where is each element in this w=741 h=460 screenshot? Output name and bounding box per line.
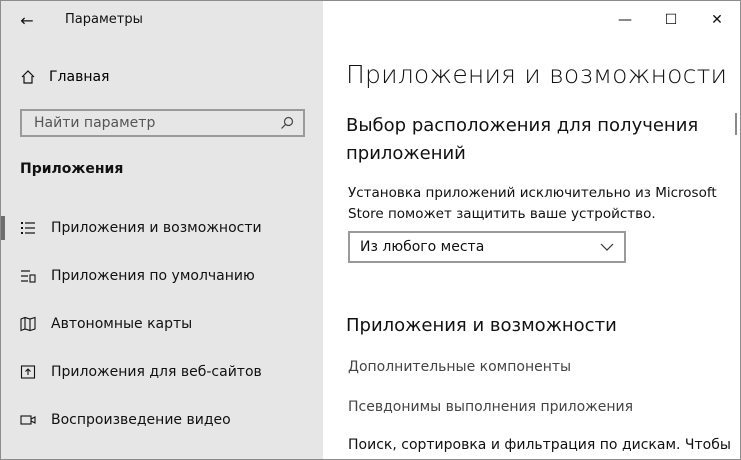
search-icon[interactable] — [279, 115, 295, 131]
back-arrow-icon: ← — [20, 10, 34, 30]
minimize-button[interactable]: — — [602, 1, 648, 39]
app-execution-aliases-link[interactable]: Псевдонимы выполнения приложения — [348, 399, 633, 415]
list-icon — [19, 219, 37, 237]
back-button[interactable]: ← — [15, 8, 39, 32]
default-apps-icon — [19, 267, 37, 285]
nav-home-label: Главная — [49, 69, 110, 85]
video-icon — [19, 411, 37, 429]
sidebar-item-label: Воспроизведение видео — [51, 412, 231, 428]
optional-features-link[interactable]: Дополнительные компоненты — [348, 359, 571, 375]
sidebar-section-title: Приложения — [20, 161, 124, 177]
sidebar-item-label: Приложения для веб-сайтов — [51, 364, 262, 380]
scrollbar-thumb[interactable] — [735, 113, 737, 135]
minimize-icon: — — [618, 12, 632, 28]
sidebar: ← Параметры Главная Приложения — [1, 1, 323, 459]
chevron-down-icon — [600, 240, 614, 254]
close-icon: ✕ — [711, 12, 723, 28]
dropdown-selected-value: Из любого места — [360, 239, 485, 255]
app-title: Параметры — [65, 12, 143, 27]
sidebar-item-video-playback[interactable]: Воспроизведение видео — [1, 400, 323, 440]
install-source-dropdown[interactable]: Из любого места — [348, 231, 626, 263]
sidebar-item-apps-features[interactable]: Приложения и возможности — [1, 208, 323, 248]
sidebar-item-label: Автономные карты — [51, 316, 193, 332]
nav-home[interactable]: Главная — [19, 65, 109, 89]
window-controls: — ☐ ✕ — [602, 1, 740, 39]
maximize-icon: ☐ — [664, 12, 678, 28]
filter-description-text: Поиск, сортировка и фильтрация по дискам… — [348, 437, 731, 453]
apps-section-title: Приложения и возможности — [346, 315, 617, 336]
install-description: Установка приложений исключительно из Mi… — [348, 185, 717, 222]
close-button[interactable]: ✕ — [694, 1, 740, 39]
settings-window: ← Параметры Главная Приложения — [0, 0, 741, 460]
map-icon — [19, 315, 37, 333]
main-content: — ☐ ✕ Приложения и возможности Выбор рас… — [323, 1, 740, 459]
page-title: Приложения и возможности — [346, 60, 728, 89]
install-section-title: Выбор расположения для получения приложе… — [346, 115, 699, 164]
sidebar-item-offline-maps[interactable]: Автономные карты — [1, 304, 323, 344]
maximize-button[interactable]: ☐ — [648, 1, 694, 39]
sidebar-item-default-apps[interactable]: Приложения по умолчанию — [1, 256, 323, 296]
search-box[interactable] — [20, 109, 305, 137]
sidebar-item-web-apps[interactable]: Приложения для веб-сайтов — [1, 352, 323, 392]
sidebar-item-label: Приложения и возможности — [51, 220, 262, 236]
web-app-icon — [19, 363, 37, 381]
home-icon — [19, 68, 37, 86]
sidebar-item-label: Приложения по умолчанию — [51, 268, 255, 284]
search-input[interactable] — [32, 114, 279, 132]
